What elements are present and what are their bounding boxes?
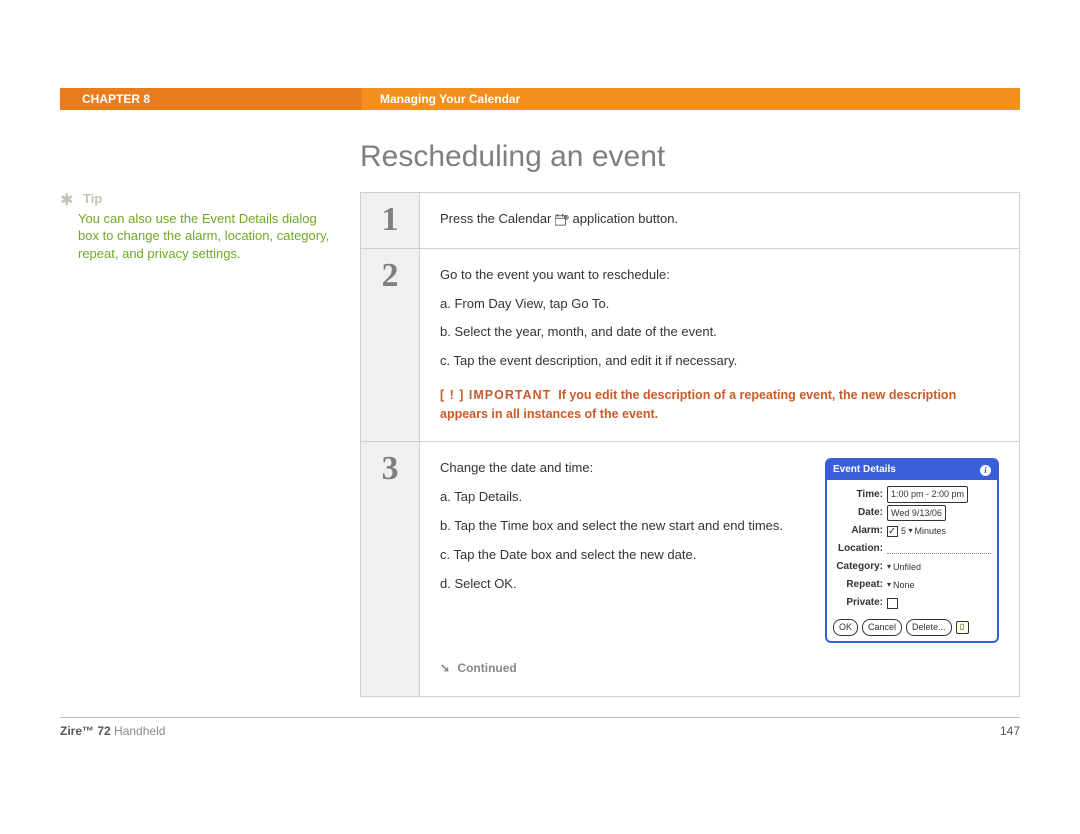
important-note: [ ! ] IMPORTANT If you edit the descript… <box>440 386 999 424</box>
tip-text: You can also use the Event Details dialo… <box>78 210 340 263</box>
calendar-icon <box>555 214 569 226</box>
ok-button[interactable]: OK <box>833 619 858 635</box>
page-title: Rescheduling an event <box>360 140 1020 174</box>
step-subitem: c. Tap the Date box and select the new d… <box>440 545 813 566</box>
step-subitem: a. From Day View, tap Go To. <box>440 294 999 315</box>
info-icon[interactable]: i <box>980 465 991 476</box>
step-subitem: b. Select the year, month, and date of t… <box>440 322 999 343</box>
step-body: Change the date and time: a. Tap Details… <box>420 442 1019 695</box>
location-label: Location: <box>833 541 887 557</box>
repeat-label: Repeat: <box>833 577 887 593</box>
private-checkbox[interactable] <box>887 598 898 609</box>
date-label: Date: <box>833 505 887 521</box>
dropdown-icon[interactable]: ▾ <box>909 525 913 538</box>
private-label: Private: <box>833 595 887 611</box>
delete-button[interactable]: Delete... <box>906 619 952 635</box>
location-input[interactable] <box>887 544 991 554</box>
main-content: Rescheduling an event 1 Press the Calend… <box>360 140 1020 697</box>
cancel-button[interactable]: Cancel <box>862 619 902 635</box>
alarm-unit: Minutes <box>915 524 947 538</box>
step-intro: Change the date and time: <box>440 458 813 479</box>
time-value[interactable]: 1:00 pm - 2:00 pm <box>887 486 968 502</box>
alarm-label: Alarm: <box>833 523 887 539</box>
asterisk-icon: ✱ <box>60 192 73 209</box>
product-name: Zire™ 72 Handheld <box>60 724 165 738</box>
step-text: Press the Calendar <box>440 211 555 226</box>
tip-label: Tip <box>83 191 102 206</box>
repeat-value: None <box>893 578 915 592</box>
step-row: 2 Go to the event you want to reschedule… <box>361 249 1019 443</box>
event-details-dialog: Event Details i Time: 1:00 pm - 2:00 pm … <box>825 458 999 642</box>
page-number: 147 <box>1000 724 1020 738</box>
step-row: 1 Press the Calendar application button. <box>361 193 1019 249</box>
chapter-header: CHAPTER 8 Managing Your Calendar <box>60 88 1020 110</box>
step-body: Press the Calendar application button. <box>420 193 1019 248</box>
step-number: 1 <box>361 193 420 248</box>
sidebar: ✱ Tip You can also use the Event Details… <box>60 140 360 697</box>
step-number: 2 <box>361 249 420 442</box>
dialog-titlebar: Event Details i <box>827 460 997 480</box>
step-subitem: b. Tap the Time box and select the new s… <box>440 516 813 537</box>
time-label: Time: <box>833 487 887 503</box>
section-label: Managing Your Calendar <box>362 88 1020 110</box>
step-number: 3 <box>361 442 420 695</box>
dropdown-icon[interactable]: ▾ <box>887 561 891 574</box>
step-row: 3 Change the date and time: a. Tap Detai… <box>361 442 1019 695</box>
arrow-down-right-icon: ➘ <box>440 659 450 678</box>
dropdown-icon[interactable]: ▾ <box>887 579 891 592</box>
step-intro: Go to the event you want to reschedule: <box>440 265 999 286</box>
alarm-checkbox[interactable] <box>887 526 898 537</box>
step-body: Go to the event you want to reschedule: … <box>420 249 1019 442</box>
steps-table: 1 Press the Calendar application button. <box>360 192 1020 697</box>
note-icon[interactable]: ▯ <box>956 621 969 634</box>
date-value[interactable]: Wed 9/13/06 <box>887 505 946 521</box>
step-subitem: c. Tap the event description, and edit i… <box>440 351 999 372</box>
important-label: [ ! ] IMPORTANT <box>440 388 551 402</box>
step-subitem: a. Tap Details. <box>440 487 813 508</box>
page-footer: Zire™ 72 Handheld 147 <box>60 717 1020 738</box>
step-subitem: d. Select OK. <box>440 574 813 595</box>
continued-label: ➘ Continued <box>440 659 999 678</box>
dialog-title: Event Details <box>833 462 896 478</box>
tip-box: ✱ Tip You can also use the Event Details… <box>60 140 340 262</box>
category-label: Category: <box>833 559 887 575</box>
continued-text: Continued <box>457 661 516 675</box>
category-value: Unfiled <box>893 560 921 574</box>
chapter-label: CHAPTER 8 <box>60 88 362 110</box>
step-text: application button. <box>573 211 679 226</box>
